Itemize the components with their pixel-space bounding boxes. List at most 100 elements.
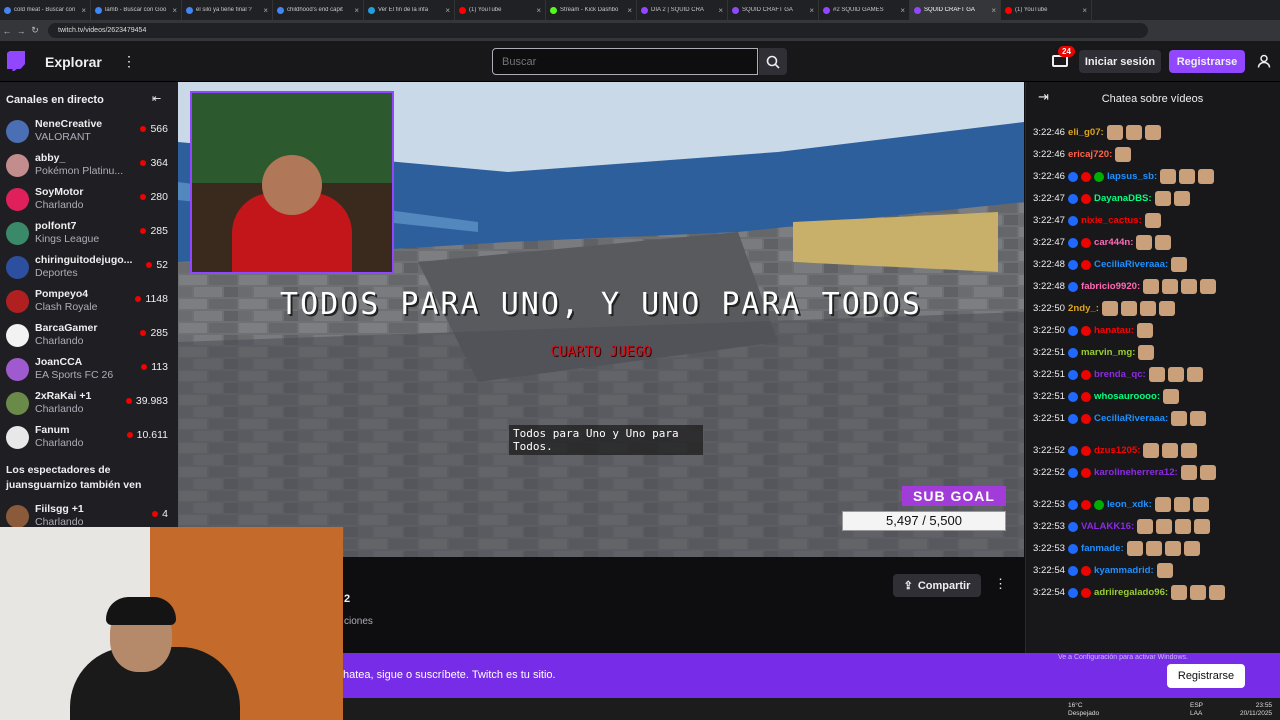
chat-username[interactable]: kyammadrid: [1094,565,1154,576]
chat-timestamp: 3:22:53 [1033,543,1066,554]
chat-badge-icon [1068,413,1079,424]
channel-name: BarcaGamer [35,322,98,334]
reload-icon[interactable]: ↻ [28,25,42,36]
chat-emote-icon [1179,169,1196,184]
chat-badge-icon [1068,543,1079,554]
chat-username[interactable]: CeciliaRiveraaa: [1094,413,1168,424]
live-dot-icon [140,126,147,132]
chat-username[interactable]: karolineherrera12: [1094,467,1178,478]
register-button[interactable]: Registrarse [1169,50,1245,73]
channel-viewers: 566 [140,123,168,135]
tab-close-icon[interactable]: × [991,6,996,15]
chat-badge-icon [1068,193,1079,204]
chat-username[interactable]: DayanaDBS: [1094,193,1152,204]
tab-close-icon[interactable]: × [172,6,177,15]
browser-tab[interactable]: cold meat - Buscar con × [0,0,91,20]
sidebar-channel[interactable]: abby_ Pokémon Platinu... 364 [0,149,178,183]
video-player[interactable]: TODOS PARA UNO, Y UNO PARA TODOS CUARTO … [178,82,1024,557]
chat-username[interactable]: nixie_cactus: [1081,215,1142,226]
forward-icon[interactable]: → [14,26,28,36]
channel-avatar [6,392,29,415]
tab-favicon-icon [459,6,466,14]
chat-username[interactable]: adriiregalado96: [1094,587,1168,598]
tab-close-icon[interactable]: × [263,6,268,15]
weather-widget[interactable]: 16°C Despejado [1068,702,1099,718]
chat-username[interactable]: dzus1205: [1094,445,1140,456]
chat-username[interactable]: car444n: [1094,237,1133,248]
sidebar-channel[interactable]: polfont7 Kings League 285 [0,217,178,251]
chat-username[interactable]: ericaj720: [1068,149,1112,160]
chat-username[interactable]: 2ndy_: [1068,303,1099,314]
tab-close-icon[interactable]: × [900,6,905,15]
browser-tab[interactable]: DIA 2 | SQUID CRA × [637,0,728,20]
video-more-options-icon[interactable]: ⋮ [994,576,1007,592]
chat-badge-icon [1081,237,1092,248]
chat-username[interactable]: VALAKK16: [1081,521,1134,532]
chat-username[interactable]: hanatau: [1094,325,1134,336]
chat-username[interactable]: brenda_qc: [1094,369,1146,380]
collapse-sidebar-icon[interactable]: ⇤ [152,92,161,105]
tab-favicon-icon [277,6,284,14]
search-button[interactable] [759,48,787,75]
sidebar-channel[interactable]: SoyMotor Charlando 280 [0,183,178,217]
chat-emote-icon [1101,301,1118,316]
tab-close-icon[interactable]: × [445,6,450,15]
browser-tab[interactable]: lamb - Buscar con Goo × [91,0,182,20]
user-icon[interactable] [1257,54,1271,68]
tab-close-icon[interactable]: × [354,6,359,15]
chat-username[interactable]: fanmade: [1081,543,1124,554]
browser-tab[interactable]: Stream - Kick Dashbo × [546,0,637,20]
sidebar-channel[interactable]: BarcaGamer Charlando 285 [0,319,178,353]
channel-avatar [6,120,29,143]
search-input[interactable] [492,48,758,75]
browser-tab[interactable]: el silo ya tiene final ? × [182,0,273,20]
chat-badge-icon [1068,445,1079,456]
tab-close-icon[interactable]: × [718,6,723,15]
chat-emote-icon [1192,497,1209,512]
banner-register-button[interactable]: Registrarse [1167,664,1245,688]
chat-emote-icon [1156,563,1173,578]
login-button[interactable]: Iniciar sesión [1079,50,1161,73]
search-icon [766,55,780,69]
sidebar-channel[interactable]: Fanum Charlando 10.611 [0,421,178,455]
chat-badge-icon [1068,587,1079,598]
browser-tab[interactable]: (1) YouTube × [1001,0,1092,20]
chat-username[interactable]: marvin_mg: [1081,347,1135,358]
chat-username[interactable]: lapsus_sb: [1107,171,1157,182]
tab-close-icon[interactable]: × [627,6,632,15]
chat-username[interactable]: eli_g07: [1068,127,1104,138]
tab-close-icon[interactable]: × [1082,6,1087,15]
taskbar-clock[interactable]: 23:55 20/11/2025 [1240,702,1272,718]
chat-username[interactable]: fabricio9920: [1081,281,1140,292]
language-indicator[interactable]: ESP LAA [1190,702,1203,718]
chat-message: 3:22:51 whosauroooo: [1033,389,1180,404]
chat-username[interactable]: leon_xdk: [1107,499,1152,510]
sidebar-channel[interactable]: chiringuitodejugo... Deportes 52 [0,251,178,285]
chat-badge-icon [1081,467,1092,478]
more-menu-icon[interactable]: ⋮ [122,53,136,70]
tab-close-icon[interactable]: × [81,6,86,15]
share-button[interactable]: ⇪ Compartir [893,574,981,597]
tab-favicon-icon [1005,6,1012,14]
sidebar-channel[interactable]: 2xRaKai +1 Charlando 39.983 [0,387,178,421]
url-field[interactable]: twitch.tv/videos/2623479454 [48,23,1148,38]
chat-emote-icon [1144,213,1161,228]
sidebar-channel[interactable]: JoanCCA EA Sports FC 26 113 [0,353,178,387]
tab-close-icon[interactable]: × [536,6,541,15]
back-icon[interactable]: ← [0,26,14,36]
tab-favicon-icon [186,6,193,14]
sidebar-channel[interactable]: Pompeyo4 Clash Royale 1148 [0,285,178,319]
browser-tab[interactable]: SQUID CRAFT GA × [728,0,819,20]
browser-tab[interactable]: childhood's end capit × [273,0,364,20]
browser-tab[interactable]: #2 SQUID GAMES × [819,0,910,20]
lang-line2: LAA [1190,710,1203,717]
browser-tab[interactable]: (1) YouTube × [455,0,546,20]
explore-link[interactable]: Explorar [45,54,102,70]
chat-username[interactable]: CeciliaRiveraaa: [1094,259,1168,270]
sidebar-channel[interactable]: NeneCreative VALORANT 566 [0,115,178,149]
chat-badge-icon [1094,499,1105,510]
tab-close-icon[interactable]: × [809,6,814,15]
chat-username[interactable]: whosauroooo: [1094,391,1160,402]
browser-tab[interactable]: Ver El fin de la infa × [364,0,455,20]
browser-tab[interactable]: SQUID CRAFT GA × [910,0,1001,20]
